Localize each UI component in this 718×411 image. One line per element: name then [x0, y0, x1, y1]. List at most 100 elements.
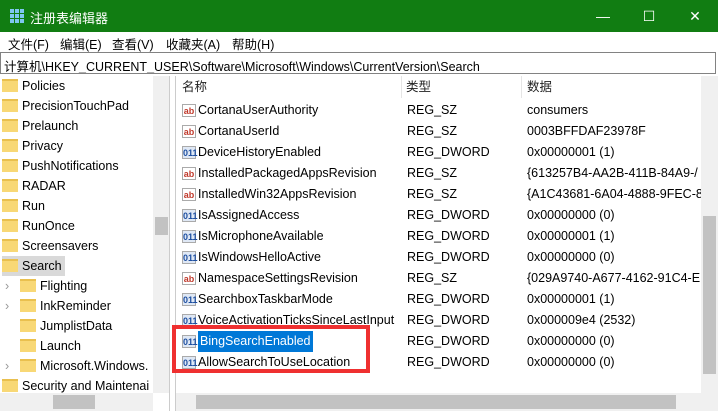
- tree-item-label: Launch: [40, 339, 82, 353]
- value-row[interactable]: ab CortanaUserId REG_SZ 0003BFFDAF23978F: [176, 121, 701, 142]
- tree-item-label: Policies: [22, 79, 66, 93]
- value-type: REG_DWORD: [407, 145, 490, 159]
- scroll-thumb[interactable]: [196, 395, 676, 409]
- value-data: 0x00000000 (0): [527, 250, 615, 264]
- value-type: REG_SZ: [407, 187, 458, 201]
- value-row[interactable]: 011 IsMicrophoneAvailable REG_DWORD 0x00…: [176, 226, 701, 247]
- scroll-thumb[interactable]: [53, 395, 95, 409]
- value-row[interactable]: ab NamespaceSettingsRevision REG_SZ {029…: [176, 268, 701, 289]
- close-button[interactable]: ✕: [672, 0, 718, 32]
- tree-item-label: InkReminder: [40, 299, 111, 313]
- value-type: REG_SZ: [407, 103, 458, 117]
- menu-bar: 文件(F) 编辑(E) 查看(V) 收藏夹(A) 帮助(H): [0, 32, 718, 52]
- value-row[interactable]: 011 IsWindowsHelloActive REG_DWORD 0x000…: [176, 247, 701, 268]
- folder-icon: [20, 299, 36, 312]
- value-data: 0x00000001 (1): [527, 145, 615, 159]
- tree-item-label: Prelaunch: [22, 119, 79, 133]
- tree-item[interactable]: PrecisionTouchPad: [2, 96, 129, 116]
- folder-icon: [2, 379, 18, 392]
- menu-favorites[interactable]: 收藏夹(A): [166, 34, 220, 53]
- value-data: {029A9740-A677-4162-91C4-E: [527, 271, 701, 285]
- value-row[interactable]: 011 DeviceHistoryEnabled REG_DWORD 0x000…: [176, 142, 701, 163]
- value-row[interactable]: 011 SearchboxTaskbarMode REG_DWORD 0x000…: [176, 289, 701, 310]
- address-bar[interactable]: 计算机\HKEY_CURRENT_USER\Software\Microsoft…: [0, 52, 716, 74]
- menu-file[interactable]: 文件(F): [8, 34, 49, 53]
- tree-item[interactable]: Launch: [20, 336, 81, 356]
- tree-item[interactable]: Prelaunch: [2, 116, 78, 136]
- folder-icon: [2, 159, 18, 172]
- value-name: InstalledWin32AppsRevision: [198, 187, 357, 201]
- value-type: REG_SZ: [407, 271, 458, 285]
- value-type: REG_SZ: [407, 124, 458, 138]
- tree-item-label: Microsoft.Windows.: [40, 359, 149, 373]
- string-value-icon: ab: [182, 188, 196, 201]
- tree-item-label: Security and Maintenai: [22, 379, 150, 393]
- menu-edit[interactable]: 编辑(E): [60, 34, 102, 53]
- expand-chevron-icon[interactable]: ›: [5, 296, 9, 316]
- value-type: REG_DWORD: [407, 250, 490, 264]
- tree-item[interactable]: › InkReminder: [5, 296, 111, 316]
- string-value-icon: ab: [182, 104, 196, 117]
- tree-item-label: RunOnce: [22, 219, 75, 233]
- tree-item[interactable]: › Microsoft.Windows.: [5, 356, 149, 376]
- menu-help[interactable]: 帮助(H): [232, 34, 274, 53]
- tree-item-label: JumplistData: [40, 319, 113, 333]
- scroll-thumb[interactable]: [155, 217, 168, 235]
- expand-chevron-icon[interactable]: ›: [5, 356, 9, 376]
- tree-item[interactable]: Search: [2, 256, 65, 276]
- folder-icon: [20, 339, 36, 352]
- value-data: 0x00000000 (0): [527, 208, 615, 222]
- minimize-button[interactable]: —: [580, 0, 626, 32]
- tree-item-label: Screensavers: [22, 239, 99, 253]
- tree-item-label: Privacy: [22, 139, 63, 153]
- tree-item[interactable]: RADAR: [2, 176, 66, 196]
- value-data: 0003BFFDAF23978F: [527, 124, 646, 138]
- column-data[interactable]: 数据: [527, 76, 552, 98]
- folder-icon: [2, 79, 18, 92]
- menu-view[interactable]: 查看(V): [112, 34, 154, 53]
- folder-icon: [2, 239, 18, 252]
- tree-item[interactable]: Policies: [2, 76, 65, 96]
- tree-item[interactable]: JumplistData: [20, 316, 112, 336]
- value-row[interactable]: ab InstalledWin32AppsRevision REG_SZ {A1…: [176, 184, 701, 205]
- highlight-box: [172, 325, 370, 373]
- expand-chevron-icon[interactable]: ›: [5, 276, 9, 296]
- string-value-icon: ab: [182, 167, 196, 180]
- folder-icon: [2, 119, 18, 132]
- tree-item-label: Search: [22, 259, 62, 273]
- tree-item[interactable]: Screensavers: [2, 236, 98, 256]
- value-type: REG_DWORD: [407, 208, 490, 222]
- column-type[interactable]: 类型: [406, 76, 431, 98]
- tree-item[interactable]: Run: [2, 196, 45, 216]
- folder-icon: [20, 319, 36, 332]
- value-type: REG_DWORD: [407, 334, 490, 348]
- tree-vertical-scrollbar[interactable]: [153, 76, 169, 393]
- scroll-thumb[interactable]: [703, 216, 716, 374]
- tree-item[interactable]: Privacy: [2, 136, 63, 156]
- values-horizontal-scrollbar[interactable]: [176, 393, 718, 411]
- values-vertical-scrollbar[interactable]: [701, 76, 718, 393]
- folder-icon: [2, 199, 18, 212]
- value-row[interactable]: ab InstalledPackagedAppsRevision REG_SZ …: [176, 163, 701, 184]
- tree-item-label: Flighting: [40, 279, 88, 293]
- folder-icon: [20, 359, 36, 372]
- value-row[interactable]: ab CortanaUserAuthority REG_SZ consumers: [176, 100, 701, 121]
- value-row[interactable]: 011 IsAssignedAccess REG_DWORD 0x0000000…: [176, 205, 701, 226]
- maximize-button[interactable]: ☐: [626, 0, 672, 32]
- tree-item[interactable]: RunOnce: [2, 216, 75, 236]
- tree-item[interactable]: › Flighting: [5, 276, 88, 296]
- string-value-icon: ab: [182, 272, 196, 285]
- value-data: 0x00000001 (1): [527, 292, 615, 306]
- window-title: 注册表编辑器: [30, 11, 109, 26]
- binary-value-icon: 011: [182, 251, 198, 264]
- tree-item[interactable]: PushNotifications: [2, 156, 119, 176]
- folder-icon: [20, 279, 36, 292]
- folder-icon: [2, 99, 18, 112]
- tree-horizontal-scrollbar[interactable]: [0, 393, 153, 411]
- folder-icon: [2, 139, 18, 152]
- value-name: InstalledPackagedAppsRevision: [198, 166, 377, 180]
- value-name: DeviceHistoryEnabled: [198, 145, 321, 159]
- tree-item-label: PrecisionTouchPad: [22, 99, 130, 113]
- column-name[interactable]: 名称: [182, 76, 207, 98]
- binary-value-icon: 011: [182, 230, 198, 243]
